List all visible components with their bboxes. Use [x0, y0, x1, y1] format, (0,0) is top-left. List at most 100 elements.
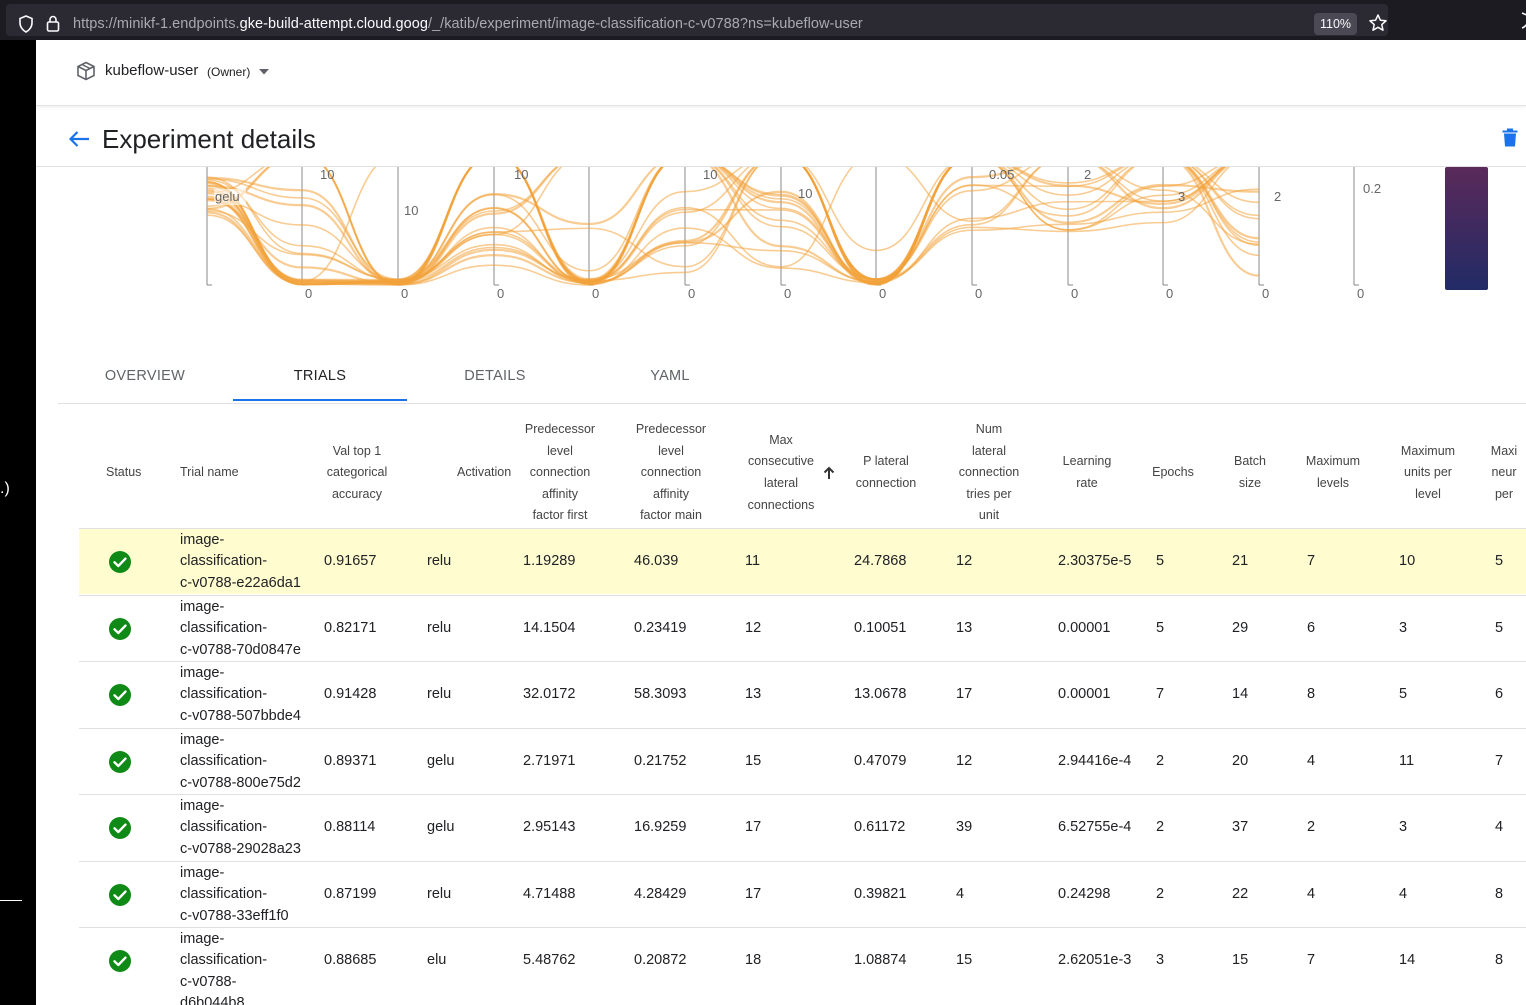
trial-name-part: c-v0788-29028a23: [180, 840, 301, 857]
url-field[interactable]: https://minikf-1.endpoints.gke-build-att…: [6, 4, 1388, 36]
table-cell: 7: [1307, 952, 1316, 968]
column-header[interactable]: Val top 1 categorical accuracy: [307, 441, 407, 506]
table-cell: elu: [427, 952, 447, 968]
page-header: Experiment details: [36, 112, 1526, 167]
check-circle-icon: [109, 817, 131, 839]
table-cell: 4.71488: [523, 886, 576, 902]
table-cell: 0.47079: [854, 753, 907, 769]
tab-trials[interactable]: TRIALS: [233, 350, 407, 402]
table-cell: 3: [1156, 952, 1165, 968]
table-cell: 2.30375e-5: [1058, 553, 1132, 569]
bookmark-star-icon[interactable]: [1368, 13, 1388, 33]
column-header[interactable]: Trial name: [180, 462, 280, 484]
column-header-line: affinity: [653, 486, 689, 501]
trial-name-part: image-: [180, 598, 225, 615]
table-row[interactable]: image-classification-c-v0788-800e75d2 0.8…: [79, 728, 1526, 794]
column-header[interactable]: Num lateral connection tries per unit: [939, 419, 1039, 527]
trial-name-link[interactable]: image-classification-c-v0788-507bbde4: [180, 663, 315, 728]
trial-name-link[interactable]: image-classification-c-v0788-800e75d2: [180, 730, 315, 795]
column-header-line: size: [1238, 475, 1262, 490]
chart-tick-label: 0: [1071, 286, 1078, 301]
table-cell: 0.61172: [854, 819, 906, 835]
trial-name-part: d6b044b8: [180, 995, 245, 1005]
table-cell: 4: [956, 886, 965, 902]
column-header[interactable]: P lateral connection: [836, 451, 936, 494]
column-header[interactable]: Predecessor level connection affinity factor…: [508, 419, 613, 527]
column-header-line: units per: [1404, 465, 1452, 480]
column-header-line: connection: [640, 465, 702, 480]
trial-name-part: image-: [180, 797, 225, 814]
table-cell: 14: [1399, 952, 1416, 968]
column-header[interactable]: Maximum units per level: [1383, 441, 1473, 506]
table-cell: 18: [745, 952, 762, 968]
trial-name-link[interactable]: image-classification-c-v0788-70d0847e: [180, 597, 315, 662]
url-prefix: https://minikf-1.endpoints.: [73, 16, 240, 32]
namespace-role: (Owner): [207, 65, 251, 79]
zoom-badge[interactable]: 110%: [1314, 13, 1357, 35]
table-row[interactable]: image-classification-c-v0788- d6b044b8 0.8…: [79, 927, 1526, 1005]
column-header[interactable]: Batch size: [1220, 451, 1280, 494]
table-row[interactable]: image-classification-c-v0788-e22a6da1 0.9…: [79, 528, 1526, 594]
back-arrow-icon[interactable]: [68, 130, 90, 148]
table-row[interactable]: image-classification-c-v0788-29028a23 0.8…: [79, 794, 1526, 860]
table-cell: 24.7868: [854, 553, 907, 569]
table-cell: 8: [1495, 886, 1504, 902]
chart-category-label: gelu: [215, 189, 240, 204]
trial-name-link[interactable]: image-classification-c-v0788-33eff1f0: [180, 863, 315, 928]
trial-name-link[interactable]: image-classification-c-v0788- d6b044b8: [180, 929, 315, 1005]
table-cell: 0.91428: [324, 686, 377, 702]
trial-name-link[interactable]: image-classification-c-v0788-e22a6da1: [180, 530, 315, 595]
tab-yaml[interactable]: YAML: [583, 350, 757, 402]
table-cell: 0.88685: [324, 952, 377, 968]
trial-name-part: classification-: [180, 753, 268, 770]
shield-icon[interactable]: [18, 15, 34, 33]
table-cell: 15: [745, 753, 762, 769]
column-header[interactable]: Status: [106, 462, 176, 484]
check-circle-icon: [109, 684, 131, 706]
table-cell: 11: [745, 553, 761, 569]
column-header-line: connection: [958, 465, 1020, 480]
column-header[interactable]: Max consecutive lateral connections: [731, 430, 831, 516]
table-cell: 0.88114: [324, 819, 376, 835]
column-header-line: factor first: [532, 508, 588, 523]
table-cell: 2: [1156, 753, 1165, 769]
sort-ascending-icon[interactable]: [823, 466, 835, 480]
table-row[interactable]: image-classification-c-v0788-33eff1f0 0.8…: [79, 861, 1526, 927]
column-header[interactable]: Maximum levels: [1288, 451, 1378, 494]
url-text[interactable]: https://minikf-1.endpoints.gke-build-att…: [73, 16, 863, 32]
table-cell: 5: [1156, 620, 1165, 636]
column-header-line: per: [1494, 486, 1514, 501]
table-cell: 2.71971: [523, 753, 576, 769]
column-header[interactable]: Maxi neur per: [1474, 441, 1526, 506]
caret-down-icon[interactable]: [258, 68, 270, 76]
extension-icon[interactable]: [1514, 11, 1526, 29]
delete-icon[interactable]: [1502, 128, 1518, 147]
column-header-line: Maximum: [1305, 454, 1361, 469]
column-header[interactable]: Epochs: [1138, 462, 1208, 484]
table-cell: 2: [1156, 886, 1165, 902]
trial-name-part: classification-: [180, 620, 268, 637]
column-header[interactable]: Predecessor level connection affinity factor…: [619, 419, 724, 527]
column-header-line: neur: [1491, 465, 1517, 480]
lock-icon[interactable]: [46, 14, 60, 32]
tab-overview[interactable]: OVERVIEW: [58, 350, 232, 402]
parallel-coordinates-chart[interactable]: gelu 10 10 10 10 10 0.05 2 3 2 0.2 0 0 0 0 0 0 0 0 0 0 0 0: [36, 167, 1526, 347]
namespace-name[interactable]: kubeflow-user: [105, 62, 198, 79]
url-path: /_/katib/experiment/image-classification…: [427, 16, 863, 32]
trial-name-link[interactable]: image-classification-c-v0788-29028a23: [180, 796, 315, 861]
check-circle-icon: [109, 884, 131, 906]
chart-tick-label: 0: [1262, 286, 1269, 301]
table-cell: gelu: [427, 753, 455, 769]
table-row[interactable]: image-classification-c-v0788-507bbde4 0.9…: [79, 661, 1526, 727]
table-cell: 21: [1232, 553, 1249, 569]
chart-tick-label: 10: [703, 167, 717, 182]
column-header-line: Maxi: [1490, 443, 1518, 458]
table-cell: 15: [956, 952, 973, 968]
column-header[interactable]: Learning rate: [1042, 451, 1132, 494]
trial-name-part: c-v0788-33eff1f0: [180, 907, 289, 924]
page-title: Experiment details: [102, 124, 316, 154]
column-header-line: levels: [1317, 475, 1349, 490]
tab-details[interactable]: DETAILS: [408, 350, 582, 402]
table-row[interactable]: image-classification-c-v0788-70d0847e 0.8…: [79, 595, 1526, 661]
column-header-line: Val top 1: [332, 443, 382, 458]
